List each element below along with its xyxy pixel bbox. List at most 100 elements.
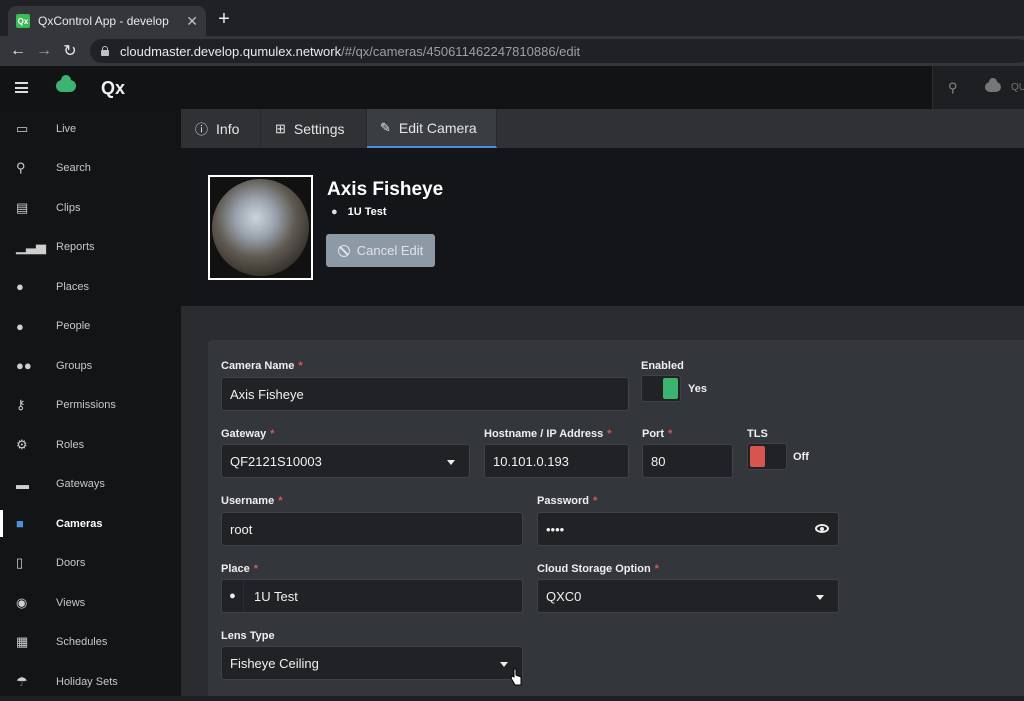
sidebar-item-roles[interactable]: ⚙ Roles (0, 425, 181, 464)
video-icon: ■ (16, 516, 24, 531)
place-input[interactable]: ● 1U Test (221, 579, 523, 613)
tls-state: Off (793, 451, 809, 463)
sidebar-item-reports[interactable]: ▁▃▅ Reports (0, 228, 181, 267)
username-label: Username * (221, 495, 283, 507)
password-value: •••• (546, 521, 565, 537)
main-content: ⓘ Info ⊞ Settings ✎ Edit Camera Axis Fishey… (181, 109, 1024, 696)
file-icon: ▤ (16, 199, 29, 215)
camera-name-input[interactable]: Axis Fisheye (221, 377, 629, 411)
tab-settings[interactable]: ⊞ Settings (261, 109, 367, 148)
users-icon: ●● (16, 358, 32, 373)
lock-icon (100, 46, 110, 56)
browser-tab-title: QxControl App - develop (38, 14, 169, 28)
show-password-eye-icon[interactable] (815, 524, 829, 533)
gateway-label: Gateway * (221, 428, 275, 440)
eye-icon: ◉ (16, 594, 28, 610)
calendar-icon: ▦ (16, 634, 29, 649)
hamburger-menu-icon[interactable] (15, 82, 28, 93)
app-favicon-icon: Qx (16, 14, 30, 28)
sidebar-item-places[interactable]: ● Places (0, 267, 181, 306)
sidebar-item-cameras[interactable]: ■ Cameras (0, 504, 181, 543)
sidebar-item-label: Groups (56, 359, 93, 372)
reload-icon[interactable]: ↻ (57, 41, 83, 61)
map-pin-icon[interactable]: ⚲ (948, 80, 958, 96)
chevron-down-icon (816, 595, 824, 600)
chevron-down-icon (500, 662, 508, 667)
sidebar-item-views[interactable]: ◉ Views (0, 583, 181, 622)
cancel-edit-label: Cancel Edit (356, 243, 424, 258)
chevron-down-icon (447, 460, 455, 465)
sidebar-item-doors[interactable]: ▯ Doors (0, 544, 181, 583)
toggle-knob (750, 446, 765, 467)
cancel-edit-button[interactable]: Cancel Edit (326, 234, 435, 267)
user-cog-icon: ⚙ (16, 436, 28, 452)
sidebar-item-live[interactable]: ▭ Live (0, 109, 181, 148)
port-input[interactable]: 80 (642, 444, 733, 478)
address-bar[interactable]: cloudmaster.develop.qumulex.network/#/qx… (90, 39, 1024, 63)
door-icon: ▯ (16, 555, 24, 570)
close-tab-icon[interactable]: ✕ (186, 13, 198, 30)
place-label: Place * (221, 563, 259, 575)
sidebar-item-permissions[interactable]: ⚷ Permissions (0, 386, 181, 425)
sidebar-item-label: Holiday Sets (56, 675, 118, 688)
sidebar-item-label: Search (56, 162, 91, 174)
forward-arrow-icon[interactable]: → (31, 42, 57, 60)
map-pin-icon: ● (16, 279, 24, 294)
lens-type-value: Fisheye Ceiling (230, 655, 319, 671)
chart-icon: ▁▃▅ (16, 239, 46, 254)
sidebar-item-label: Cameras (56, 517, 103, 530)
lens-type-label: Lens Type (221, 630, 275, 642)
tab-label: Settings (293, 120, 345, 137)
sidebar-item-people[interactable]: ● People (0, 307, 181, 346)
url-host: cloudmaster.develop.qumulex.network (120, 43, 342, 59)
sidebar-item-gateways[interactable]: ▬ Gateways (0, 465, 181, 504)
tab-edit-camera[interactable]: ✎ Edit Camera (367, 109, 497, 148)
umbrella-icon: ☂ (16, 673, 28, 689)
url-path: /#/qx/cameras/450611462247810886/edit (341, 43, 581, 59)
enabled-state: Yes (688, 383, 707, 395)
camera-edit-form: Camera Name * Axis Fisheye Enabled Yes Ga… (208, 340, 1024, 696)
back-arrow-icon[interactable]: ← (5, 42, 31, 60)
header-user-text[interactable]: QU (1011, 82, 1024, 93)
key-icon: ⚷ (16, 397, 26, 412)
tls-toggle[interactable] (747, 443, 787, 470)
sidebar-item-groups[interactable]: ●● Groups (0, 346, 181, 385)
qx-logo[interactable]: Qx (101, 78, 125, 99)
camera-thumbnail (208, 175, 313, 280)
port-label: Port * (642, 428, 673, 440)
sidebar-item-label: Doors (56, 557, 86, 569)
sitemap-icon: ⊞ (275, 120, 286, 136)
tab-bar: ⓘ Info ⊞ Settings ✎ Edit Camera (181, 109, 1024, 148)
cloud-icon[interactable] (985, 78, 1001, 92)
enabled-toggle[interactable] (641, 375, 681, 402)
cloud-storage-select[interactable]: QXC0 (537, 579, 839, 613)
sidebar-item-label: Reports (56, 241, 95, 253)
sidebar-item-search[interactable]: ⚲ Search (0, 149, 181, 188)
username-input[interactable]: root (221, 512, 523, 546)
place-value: 1U Test (254, 588, 298, 604)
password-input[interactable]: •••• (537, 512, 839, 546)
sidebar-item-label: Permissions (56, 399, 116, 411)
monitor-icon: ▭ (16, 120, 29, 136)
sidebar-item-label: Places (56, 280, 90, 293)
edit-icon: ✎ (380, 119, 391, 135)
app-header: Qx ⚲ QU (0, 66, 1024, 109)
sidebar-item-label: Views (56, 596, 86, 609)
person-icon: ● (16, 318, 24, 334)
sidebar-item-label: Schedules (56, 636, 108, 648)
header-right-panel: ⚲ QU (932, 66, 1024, 109)
sidebar-item-label: Gateways (56, 478, 105, 490)
lens-type-select[interactable]: Fisheye Ceiling (221, 646, 523, 680)
gateway-select[interactable]: QF2121S10003 (221, 444, 470, 478)
hostname-input[interactable]: 10.101.0.193 (484, 444, 629, 478)
new-tab-button[interactable]: + (214, 9, 234, 29)
tab-info[interactable]: ⓘ Info (181, 109, 261, 148)
browser-tabstrip: Qx QxControl App - develop ✕ + (0, 0, 1024, 36)
sidebar-item-holiday-sets[interactable]: ☂ Holiday Sets (0, 662, 181, 701)
browser-tab[interactable]: Qx QxControl App - develop ✕ (8, 6, 206, 36)
map-pin-icon: ● (331, 206, 338, 218)
cloud-storage-value: QXC0 (546, 588, 582, 604)
info-icon: ⓘ (195, 122, 209, 137)
sidebar-item-schedules[interactable]: ▦ Schedules (0, 623, 181, 662)
sidebar-item-clips[interactable]: ▤ Clips (0, 188, 181, 227)
